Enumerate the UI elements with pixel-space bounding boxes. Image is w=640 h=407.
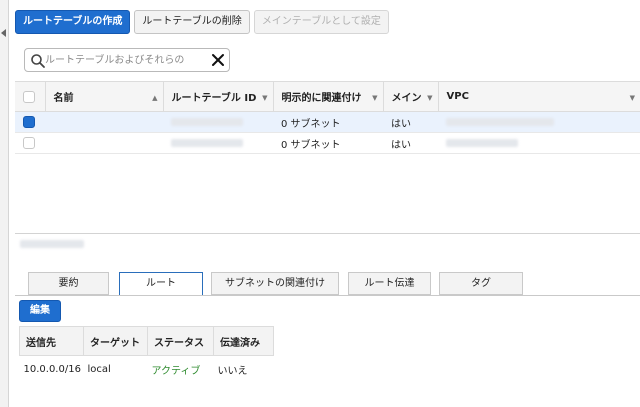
redacted-text bbox=[171, 138, 243, 147]
redacted-text bbox=[171, 117, 243, 126]
table-row[interactable]: 0 サブネット はい bbox=[15, 133, 640, 154]
row-checkbox[interactable] bbox=[23, 137, 35, 149]
row-route-table-id bbox=[163, 112, 273, 133]
routes-header-row: 送信先 ターゲット ステータス 伝達済み bbox=[19, 326, 274, 356]
row-route-table-id bbox=[163, 133, 273, 154]
column-header-status: ステータス bbox=[147, 326, 214, 356]
collapse-arrow-icon[interactable] bbox=[1, 29, 6, 37]
sort-icon[interactable]: ▼ bbox=[427, 94, 432, 102]
table-header-row: 名前 ▲ ルートテーブル ID ▼ 明示的に関連付け ▼ メイン ▼ VPC ▼ bbox=[15, 81, 640, 112]
row-checkbox[interactable] bbox=[23, 116, 35, 128]
route-tables-table: 名前 ▲ ルートテーブル ID ▼ 明示的に関連付け ▼ メイン ▼ VPC ▼ 0 サブ… bbox=[15, 81, 640, 154]
sort-icon[interactable]: ▼ bbox=[262, 94, 267, 102]
sort-icon[interactable]: ▼ bbox=[372, 94, 377, 102]
row-name[interactable] bbox=[45, 133, 163, 154]
panel-splitter[interactable] bbox=[15, 233, 640, 234]
row-explicit-association: 0 サブネット bbox=[281, 139, 341, 151]
route-status: アクティブ bbox=[151, 365, 201, 377]
edit-routes-button[interactable]: 編集 bbox=[19, 300, 61, 322]
selected-route-table-id bbox=[20, 240, 84, 248]
row-vpc bbox=[438, 133, 640, 154]
row-vpc bbox=[438, 112, 640, 133]
create-route-table-button[interactable]: ルートテーブルの作成 bbox=[15, 10, 131, 34]
redacted-text bbox=[446, 117, 554, 126]
table-row[interactable]: 0 サブネット はい bbox=[15, 111, 640, 133]
tab-subnet-associations[interactable]: サブネットの関連付け bbox=[211, 272, 339, 295]
routes-table: 送信先 ターゲット ステータス 伝達済み 10.0.0.0/16 local ア… bbox=[19, 326, 274, 383]
row-main: はい bbox=[391, 139, 411, 151]
column-header-name[interactable]: 名前 ▲ bbox=[44, 81, 163, 112]
left-sidebar-collapsed bbox=[0, 0, 9, 407]
sort-icon[interactable]: ▼ bbox=[630, 94, 635, 102]
route-target: local bbox=[87, 363, 111, 375]
row-explicit-association: 0 サブネット bbox=[281, 118, 341, 130]
tab-tags[interactable]: タグ bbox=[439, 272, 523, 295]
set-main-table-button: メインテーブルとして設定 bbox=[253, 10, 389, 34]
search-input[interactable] bbox=[45, 52, 211, 69]
sort-ascending-icon[interactable]: ▲ bbox=[152, 94, 157, 102]
tab-route-propagation[interactable]: ルート伝達 bbox=[348, 272, 431, 295]
select-all-cell bbox=[15, 82, 45, 112]
row-select-cell bbox=[15, 112, 45, 133]
route-propagated: いいえ bbox=[217, 365, 248, 377]
tabs-underline bbox=[15, 295, 640, 296]
tab-routes[interactable]: ルート bbox=[119, 272, 203, 296]
redacted-text bbox=[446, 138, 518, 147]
column-header-propagated: 伝達済み bbox=[213, 326, 274, 356]
row-main: はい bbox=[391, 118, 411, 130]
column-header-route-table-id[interactable]: ルートテーブル ID ▼ bbox=[162, 81, 273, 112]
row-select-cell bbox=[15, 133, 45, 154]
search-icon bbox=[31, 54, 45, 68]
route-tables-panel: ルートテーブルの作成 ルートテーブルの削除 メインテーブルとして設定 名前▲ ル… bbox=[10, 0, 640, 407]
column-header-destination: 送信先 bbox=[19, 326, 84, 356]
table-row: 10.0.0.0/16 local アクティブ いいえ bbox=[20, 356, 274, 383]
clear-search-icon[interactable] bbox=[211, 53, 225, 67]
column-header-vpc[interactable]: VPC ▼ bbox=[437, 81, 640, 112]
delete-route-table-button[interactable]: ルートテーブルの削除 bbox=[134, 10, 250, 34]
search-box bbox=[24, 48, 230, 72]
row-name[interactable] bbox=[45, 112, 163, 133]
tab-summary[interactable]: 要約 bbox=[28, 272, 109, 295]
column-header-target: ターゲット bbox=[83, 326, 148, 356]
toolbar: ルートテーブルの作成 ルートテーブルの削除 メインテーブルとして設定 bbox=[15, 10, 389, 34]
select-all-checkbox[interactable] bbox=[23, 90, 35, 103]
column-header-explicit-association[interactable]: 明示的に関連付け ▼ bbox=[272, 81, 383, 112]
route-destination: 10.0.0.0/16 bbox=[23, 363, 81, 375]
column-header-main[interactable]: メイン ▼ bbox=[382, 81, 438, 112]
